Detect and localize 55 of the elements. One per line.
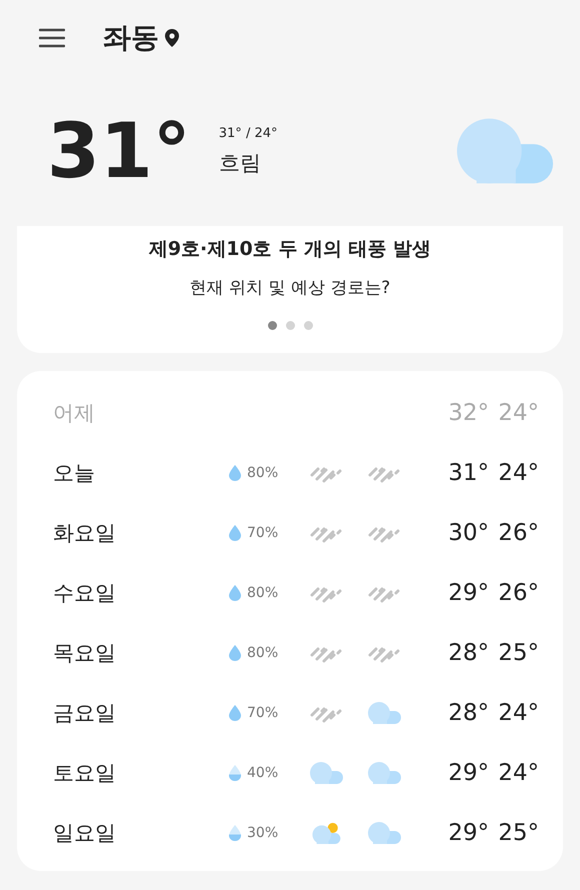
location-name[interactable]: 좌동 bbox=[103, 19, 159, 57]
rain-chance: 70% bbox=[247, 705, 278, 721]
low-temperature: 24° bbox=[497, 700, 539, 726]
day-label: 어제 bbox=[53, 400, 96, 427]
day-label: 목요일 bbox=[53, 640, 117, 667]
day-label: 금요일 bbox=[53, 700, 117, 727]
banner-title: 제9호·제10호 두 개의 태풍 발생 bbox=[148, 237, 432, 262]
low-temperature: 26° bbox=[497, 580, 539, 606]
location-pin-icon bbox=[165, 29, 179, 47]
cloud-icon bbox=[457, 118, 555, 184]
cloud-icon bbox=[367, 762, 401, 784]
high-temperature: 29° bbox=[447, 580, 489, 606]
banner-subtitle: 현재 위치 및 예상 경로는? bbox=[190, 277, 390, 299]
high-temperature: 31° bbox=[447, 460, 489, 486]
raindrop-icon bbox=[229, 525, 241, 541]
low-temperature: 25° bbox=[497, 640, 539, 666]
day-label: 일요일 bbox=[53, 820, 117, 847]
weather-condition: 흐림 bbox=[218, 150, 262, 176]
day-label: 수요일 bbox=[53, 580, 117, 607]
raindrop-icon bbox=[229, 765, 241, 781]
rain-chance: 80% bbox=[247, 465, 278, 481]
news-banner[interactable]: 제9호·제10호 두 개의 태풍 발생 현재 위치 및 예상 경로는? bbox=[17, 226, 563, 353]
raindrop-icon bbox=[229, 645, 241, 661]
rain-chance: 80% bbox=[247, 585, 278, 601]
low-temperature: 24° bbox=[497, 760, 539, 786]
raindrop-icon bbox=[229, 465, 241, 481]
high-low-temperature: 31° / 24° bbox=[218, 126, 278, 140]
high-temperature: 28° bbox=[447, 640, 489, 666]
raindrop-icon bbox=[229, 585, 241, 601]
cloud-icon bbox=[367, 822, 401, 844]
high-temperature: 29° bbox=[447, 760, 489, 786]
low-temperature: 24° bbox=[497, 400, 539, 426]
high-temperature: 29° bbox=[447, 820, 489, 846]
page-indicator-dot[interactable] bbox=[304, 321, 312, 330]
current-temperature: 31° bbox=[47, 113, 191, 189]
day-label: 토요일 bbox=[53, 760, 117, 787]
cloud-icon bbox=[367, 702, 401, 724]
page-indicator-dot[interactable] bbox=[286, 321, 294, 330]
rain-chance: 40% bbox=[247, 765, 278, 781]
low-temperature: 24° bbox=[497, 460, 539, 486]
cloud-icon bbox=[309, 762, 343, 784]
rain-chance: 30% bbox=[247, 825, 278, 841]
raindrop-icon bbox=[229, 705, 241, 721]
day-label: 오늘 bbox=[53, 460, 96, 487]
rain-chance: 80% bbox=[247, 645, 278, 661]
high-temperature: 30° bbox=[447, 520, 489, 546]
low-temperature: 25° bbox=[497, 820, 539, 846]
low-temperature: 26° bbox=[497, 520, 539, 546]
menu-icon[interactable] bbox=[39, 28, 65, 48]
day-label: 화요일 bbox=[53, 520, 117, 547]
raindrop-icon bbox=[229, 825, 241, 841]
high-temperature: 32° bbox=[447, 400, 489, 426]
high-temperature: 28° bbox=[447, 700, 489, 726]
rain-chance: 70% bbox=[247, 525, 278, 541]
page-indicator-dot[interactable] bbox=[268, 321, 276, 330]
